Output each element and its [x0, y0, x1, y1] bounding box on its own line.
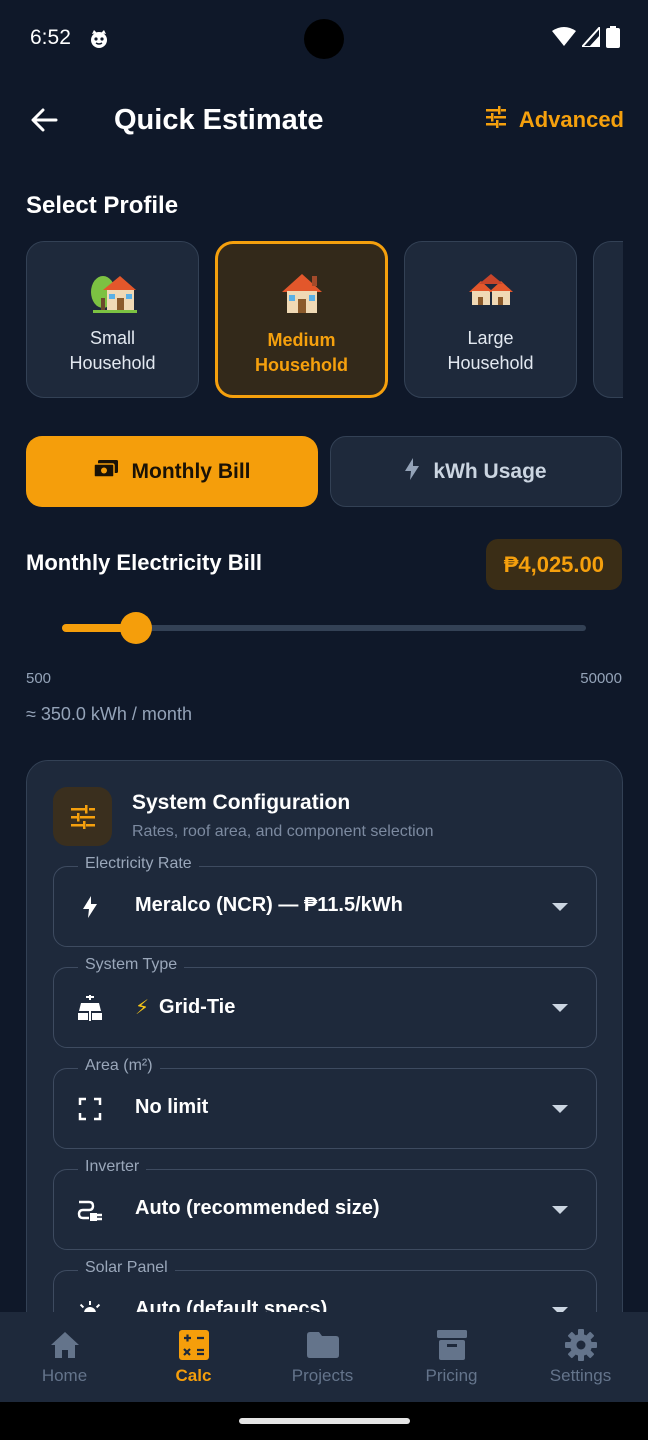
house-icon	[278, 270, 326, 316]
profile-label: Medium Household	[255, 330, 348, 375]
system-configuration-card: System Configuration Rates, roof area, a…	[26, 760, 623, 1400]
field-label: Inverter	[78, 1158, 147, 1176]
profile-card-medium[interactable]: Medium Household	[215, 241, 388, 398]
monthly-bill-label: Monthly Bill	[131, 459, 251, 483]
inverter-dropdown[interactable]: Inverter Auto (recommended size)	[53, 1158, 597, 1250]
field-value: Auto (recommended size)	[135, 1197, 380, 1219]
caret-down-icon	[552, 1004, 568, 1012]
bill-slider[interactable]	[62, 612, 586, 644]
monthly-bill-button[interactable]: Monthly Bill	[26, 436, 318, 507]
advanced-label: Advanced	[518, 107, 624, 132]
caret-down-icon	[552, 1206, 568, 1214]
kwh-usage-button[interactable]: kWh Usage	[330, 436, 622, 507]
advanced-button[interactable]: Advanced	[485, 106, 624, 134]
tune-icon	[485, 106, 507, 134]
cat-face-icon	[88, 28, 110, 50]
battery-icon	[606, 26, 620, 53]
slider-thumb[interactable]	[120, 612, 153, 644]
profile-card-large[interactable]: Large Household	[404, 241, 577, 398]
status-time: 6:52	[30, 26, 71, 49]
field-label: System Type	[78, 956, 185, 974]
gear-icon	[564, 1328, 597, 1362]
tune-icon	[53, 787, 112, 846]
select-profile-heading: Select Profile	[26, 192, 179, 219]
monthly-bill-heading: Monthly Electricity Bill	[26, 550, 262, 575]
area-dropdown[interactable]: Area (m²) No limit	[53, 1057, 597, 1149]
crop-free-icon	[76, 1095, 104, 1123]
nav-label: Projects	[291, 1366, 354, 1385]
payments-icon	[92, 459, 118, 484]
status-icons	[552, 24, 620, 53]
page-title: Quick Estimate	[114, 104, 324, 136]
camera-cutout	[304, 19, 344, 59]
bottom-navigation: Home Calc Projects Pricing Settings	[0, 1312, 648, 1402]
input-mode-toggle: Monthly Bill kWh Usage	[26, 436, 622, 507]
field-value: ⚡ Grid-Tie	[135, 996, 236, 1019]
slider-min-label: 500	[26, 670, 52, 687]
houses-icon	[467, 268, 515, 314]
app-bar: Quick Estimate Advanced	[0, 90, 648, 154]
nav-home[interactable]: Home	[0, 1312, 129, 1402]
system-type-dropdown[interactable]: System Type ⚡ Grid-Tie	[53, 956, 597, 1048]
gesture-handle[interactable]	[239, 1418, 410, 1424]
nav-label: Settings	[549, 1366, 612, 1385]
nav-calc[interactable]: Calc	[129, 1312, 258, 1402]
field-label: Electricity Rate	[78, 855, 199, 873]
nav-label: Pricing	[425, 1366, 478, 1385]
kwh-usage-label: kWh Usage	[433, 459, 547, 483]
nav-settings[interactable]: Settings	[516, 1312, 645, 1402]
arrow-left-icon	[30, 106, 58, 139]
bill-value-badge: ₱4,025.00	[485, 539, 622, 590]
slider-max-label: 50000	[580, 670, 622, 687]
gesture-navigation-area	[0, 1402, 648, 1440]
wifi-icon	[552, 27, 576, 52]
archive-box-icon	[436, 1328, 468, 1362]
field-label: Area (m²)	[78, 1057, 160, 1075]
home-icon	[49, 1328, 81, 1362]
bolt-icon	[76, 893, 104, 921]
electricity-rate-dropdown[interactable]: Electricity Rate Meralco (NCR) — ₱11.5/k…	[53, 855, 597, 947]
profile-card-next[interactable]	[593, 241, 623, 398]
config-title: System Configuration	[132, 791, 351, 814]
high-voltage-emoji: ⚡	[135, 997, 150, 1019]
bolt-icon	[405, 457, 420, 486]
nav-pricing[interactable]: Pricing	[387, 1312, 516, 1402]
status-bar: 6:52	[0, 0, 648, 80]
caret-down-icon	[552, 1105, 568, 1113]
caret-down-icon	[552, 903, 568, 911]
house-with-garden-icon	[89, 268, 137, 314]
field-label: Solar Panel	[78, 1259, 175, 1277]
nav-label: Home	[41, 1366, 88, 1385]
nav-label: Calc	[175, 1366, 212, 1385]
field-value: No limit	[135, 1096, 209, 1118]
profile-label: Large Household	[447, 328, 534, 373]
calculator-icon	[178, 1328, 210, 1362]
field-value: Meralco (NCR) — ₱11.5/kWh	[135, 894, 403, 916]
nav-projects[interactable]: Projects	[258, 1312, 387, 1402]
profile-carousel[interactable]: Small Household Medium Household Large H…	[26, 241, 623, 398]
signal-icon	[579, 24, 601, 52]
profile-card-small[interactable]: Small Household	[26, 241, 199, 398]
back-button[interactable]	[24, 102, 64, 142]
profile-label: Small Household	[69, 328, 156, 373]
config-subtitle: Rates, roof area, and component selectio…	[132, 823, 434, 840]
solar-power-icon	[76, 994, 104, 1022]
folder-icon	[306, 1328, 339, 1362]
kwh-estimate: ≈ 350.0 kWh / month	[26, 704, 192, 724]
power-plug-icon	[76, 1196, 104, 1224]
